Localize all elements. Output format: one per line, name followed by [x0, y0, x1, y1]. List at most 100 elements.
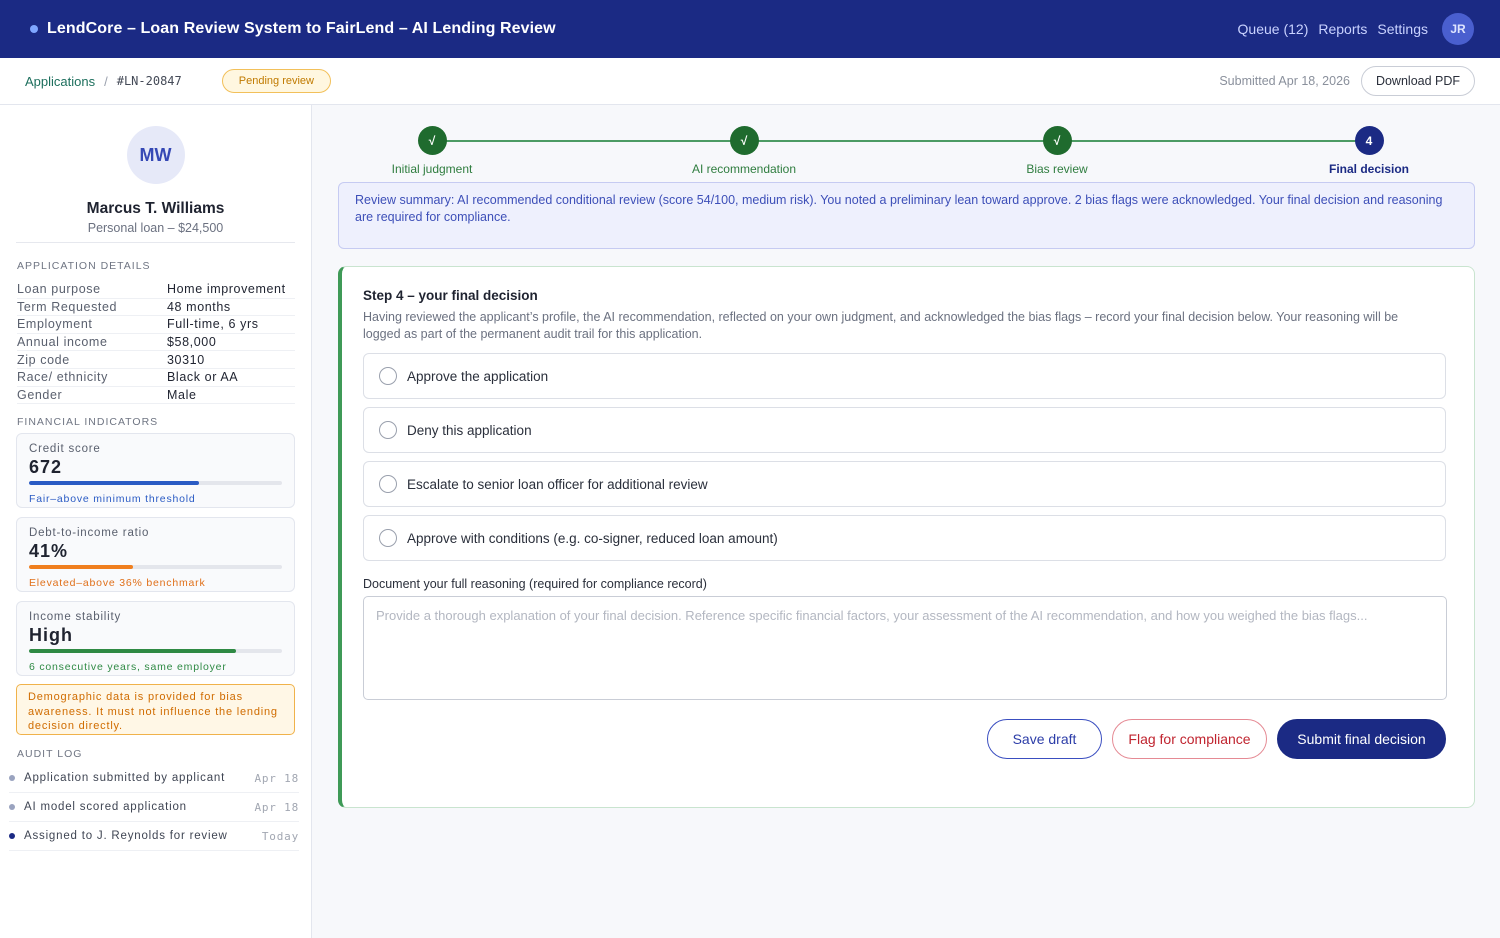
application-details-heading: APPLICATION DETAILS: [17, 260, 151, 272]
application-id: #LN-20847: [116, 74, 182, 88]
step-label: Initial judgment: [391, 162, 473, 176]
save-draft-button[interactable]: Save draft: [987, 719, 1102, 759]
download-pdf-button[interactable]: Download PDF: [1361, 66, 1475, 96]
step-ai-recommendation[interactable]: √ AI recommendation: [669, 126, 819, 176]
decision-options: Approve the application Deny this applic…: [363, 353, 1446, 561]
app-title: LendCore – Loan Review System to FairLen…: [47, 20, 556, 37]
audit-text: AI model scored application: [24, 801, 187, 814]
app-header: LendCore – Loan Review System to FairLen…: [0, 0, 1500, 58]
audit-entry: AI model scored application Apr 18: [9, 793, 299, 823]
option-approve[interactable]: Approve the application: [363, 353, 1446, 399]
nav-queue[interactable]: Queue (12): [1238, 21, 1309, 37]
breadcrumb-separator: /: [104, 73, 108, 89]
detail-row: Zip code 30310: [17, 351, 295, 369]
detail-label: Term Requested: [17, 299, 118, 314]
nav-reports[interactable]: Reports: [1318, 21, 1367, 37]
audit-text: Assigned to J. Reynolds for review: [24, 830, 228, 843]
check-icon: √: [417, 126, 447, 155]
detail-row: Annual income $58,000: [17, 334, 295, 352]
audit-date: Apr 18: [254, 800, 299, 814]
metric-note: 6 consecutive years, same employer: [29, 661, 227, 674]
detail-label: Race/ ethnicity: [17, 370, 108, 385]
metric-bar: [29, 565, 282, 570]
metric-bar-fill: [29, 649, 237, 654]
submit-decision-button[interactable]: Submit final decision: [1277, 719, 1446, 759]
reasoning-input[interactable]: [363, 596, 1447, 700]
metric-bar-fill: [29, 565, 133, 570]
detail-value: 48 months: [167, 299, 231, 314]
option-label: Deny this application: [407, 422, 532, 438]
metric-note: Elevated–above 36% benchmark: [29, 577, 206, 590]
status-dot-icon: [30, 25, 38, 33]
radio-button[interactable]: [379, 529, 397, 547]
reasoning-label: Document your full reasoning (required f…: [363, 577, 707, 591]
audit-dot-icon: [9, 775, 15, 782]
detail-value: Full-time, 6 yrs: [167, 317, 259, 332]
metric-bar-fill: [29, 481, 199, 486]
audit-date: Apr 18: [254, 771, 299, 785]
final-decision-card: Step 4 – your final decision Having revi…: [338, 266, 1475, 808]
decision-title: Step 4 – your final decision: [363, 288, 538, 303]
detail-value: $58,000: [167, 335, 217, 350]
credit-score-card: Credit score 672 Fair–above minimum thre…: [16, 433, 295, 509]
radio-button[interactable]: [379, 475, 397, 493]
review-summary: Review summary: AI recommended condition…: [338, 182, 1475, 249]
breadcrumb-applications[interactable]: Applications: [25, 74, 95, 89]
detail-row: Loan purpose Home improvement: [17, 281, 295, 299]
detail-row: Race/ ethnicity Black or AA: [17, 369, 295, 387]
metric-value: High: [29, 625, 73, 646]
metric-bar: [29, 481, 282, 486]
application-details: Loan purpose Home improvement Term Reques…: [17, 281, 295, 405]
metric-note: Fair–above minimum threshold: [29, 493, 196, 506]
radio-button[interactable]: [379, 421, 397, 439]
option-approve-conditions[interactable]: Approve with conditions (e.g. co-signer,…: [363, 515, 1446, 561]
metric-bar: [29, 649, 282, 654]
metric-label: Debt-to-income ratio: [29, 527, 150, 540]
applicant-profile: MW Marcus T. Williams Personal loan – $2…: [16, 105, 295, 243]
radio-button[interactable]: [379, 367, 397, 385]
loan-summary: Personal loan – $24,500: [87, 221, 224, 235]
audit-date: Today: [261, 829, 299, 843]
metric-label: Income stability: [29, 611, 122, 624]
option-label: Escalate to senior loan officer for addi…: [407, 476, 708, 492]
audit-dot-icon: [9, 804, 15, 811]
financial-indicators-heading: FINANCIAL INDICATORS: [17, 416, 159, 429]
step-final-decision[interactable]: 4 Final decision: [1314, 126, 1424, 176]
detail-row: Employment Full-time, 6 yrs: [17, 316, 295, 334]
detail-label: Zip code: [17, 352, 70, 367]
applicant-sidebar: MW Marcus T. Williams Personal loan – $2…: [0, 105, 312, 938]
flag-compliance-button[interactable]: Flag for compliance: [1112, 719, 1267, 759]
check-icon: √: [1042, 126, 1072, 155]
audit-text: Application submitted by applicant: [24, 772, 226, 785]
metric-label: Credit score: [29, 443, 101, 456]
detail-label: Loan purpose: [17, 282, 101, 297]
step-label: Bias review: [1026, 162, 1088, 176]
option-label: Approve with conditions (e.g. co-signer,…: [407, 530, 778, 546]
detail-label: Employment: [17, 317, 93, 332]
metric-value: 672: [29, 457, 63, 478]
detail-label: Gender: [17, 387, 63, 402]
decision-description: Having reviewed the applicant’s profile,…: [363, 310, 1399, 341]
detail-value: Black or AA: [167, 370, 239, 385]
audit-log: Application submitted by applicant Apr 18…: [0, 764, 311, 852]
progress-stepper: √ Initial judgment √ AI recommendation √…: [338, 126, 1475, 178]
submitted-date: Submitted Apr 18, 2026: [1219, 74, 1350, 88]
option-escalate[interactable]: Escalate to senior loan officer for addi…: [363, 461, 1446, 507]
audit-entry: Application submitted by applicant Apr 18: [9, 764, 299, 794]
audit-entry: Assigned to J. Reynolds for review Today: [9, 822, 299, 852]
step-bias-review[interactable]: √ Bias review: [997, 126, 1117, 176]
bias-notice: Demographic data is provided for bias aw…: [16, 684, 295, 736]
audit-log-heading: AUDIT LOG: [17, 748, 83, 761]
option-label: Approve the application: [407, 368, 549, 384]
metric-value: 41%: [29, 541, 69, 562]
step-initial-judgment[interactable]: √ Initial judgment: [367, 126, 497, 176]
dti-card: Debt-to-income ratio 41% Elevated–above …: [16, 517, 295, 593]
applicant-name: Marcus T. Williams: [86, 200, 225, 217]
check-icon: √: [729, 126, 759, 155]
nav-settings[interactable]: Settings: [1377, 21, 1428, 37]
income-stability-card: Income stability High 6 consecutive year…: [16, 601, 295, 677]
option-deny[interactable]: Deny this application: [363, 407, 1446, 453]
status-badge: Pending review: [221, 69, 331, 93]
breadcrumb-bar: Applications / #LN-20847 Pending review …: [0, 58, 1500, 105]
user-avatar[interactable]: JR: [1442, 13, 1474, 45]
